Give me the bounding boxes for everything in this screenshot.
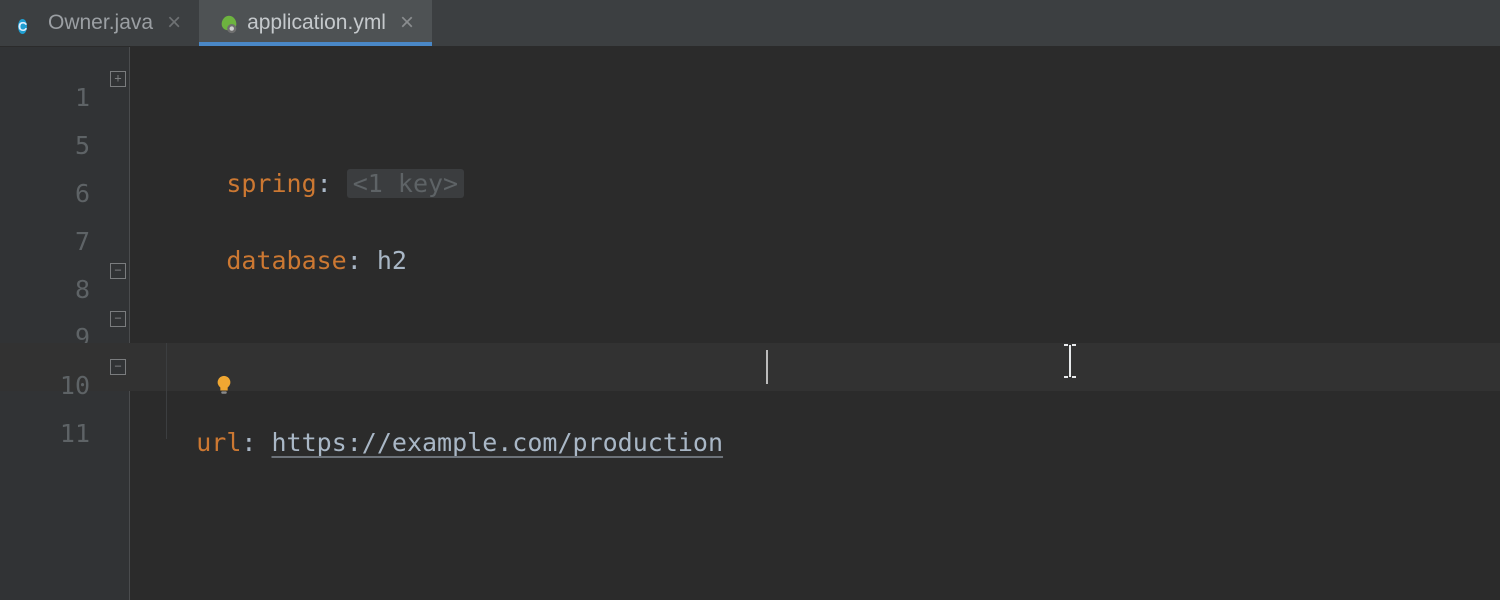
editor[interactable]: 1 + spring: <1 key> 5 6 database: h2 7 8… [0,47,1500,600]
class-icon: C [18,13,38,33]
code-line[interactable]: 8 − app: [0,247,1500,295]
tab-owner-java[interactable]: C Owner.java × [0,0,199,46]
close-icon[interactable]: × [396,11,418,35]
fold-collapse-icon[interactable]: − [110,263,126,279]
code-line-current[interactable]: 10 − url: https://example.com/production [0,343,1500,391]
fold-collapse-icon[interactable]: − [110,311,126,327]
tab-strip: C Owner.java × application.yml × [0,0,1500,47]
yml-icon [217,13,237,33]
fold-collapse-icon[interactable]: − [110,359,126,375]
code-line[interactable]: 11 [0,391,1500,439]
code-line[interactable]: 7 [0,199,1500,247]
tab-label: application.yml [247,11,386,35]
text-caret [766,350,768,384]
code-line[interactable]: 5 [0,103,1500,151]
code-line[interactable]: 9 − deployment: [0,295,1500,343]
indent-guide [166,343,167,439]
tab-label: Owner.java [48,11,153,35]
line-number: 11 [0,410,90,458]
fold-expand-icon[interactable]: + [110,71,126,87]
tab-application-yml[interactable]: application.yml × [199,0,432,46]
code-line[interactable]: 6 database: h2 [0,151,1500,199]
code-line[interactable]: 1 + spring: <1 key> [0,55,1500,103]
close-icon[interactable]: × [163,11,185,35]
